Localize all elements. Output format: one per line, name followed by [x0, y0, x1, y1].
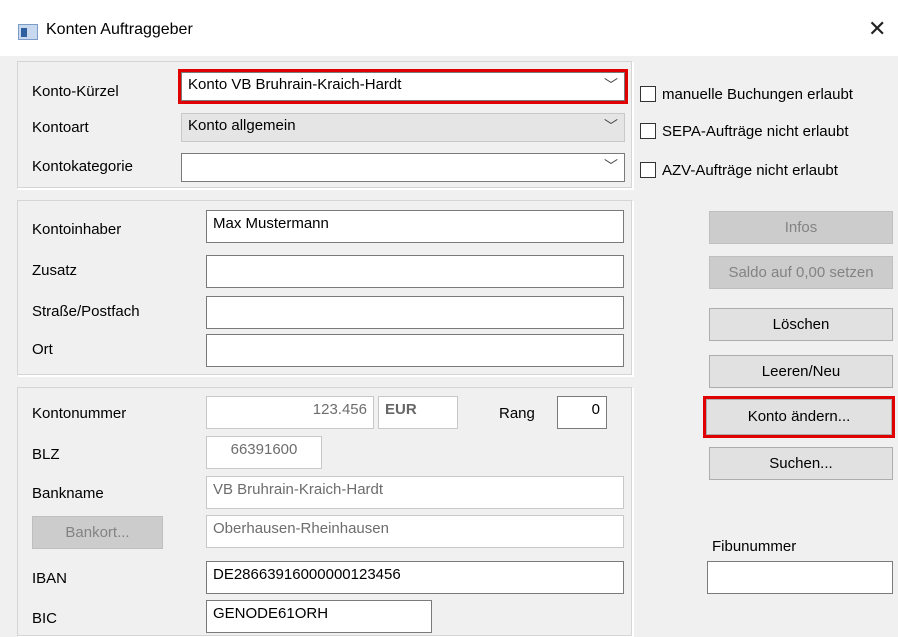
search-button[interactable]: Suchen... [709, 447, 893, 480]
ort-label: Ort [32, 341, 53, 358]
kontoinhaber-label: Kontoinhaber [32, 221, 122, 238]
zusatz-field[interactable] [206, 255, 624, 288]
kontonummer-label: Kontonummer [32, 405, 127, 422]
clear-new-button[interactable]: Leeren/Neu [709, 355, 893, 388]
fibunummer-label: Fibunummer [712, 538, 797, 555]
sepa-label: SEPA-Aufträge nicht erlaubt [662, 123, 849, 140]
rang-label: Rang [499, 405, 535, 422]
kontoart-combo[interactable]: Konto allgemein ﹀ [181, 113, 625, 142]
chevron-down-icon: ﹀ [604, 77, 618, 93]
change-account-button[interactable]: Konto ändern... [703, 396, 895, 438]
bic-field[interactable]: GENODE61ORH [206, 600, 432, 633]
konto-kuerzel-label: Konto-Kürzel [32, 83, 119, 100]
zusatz-label: Zusatz [32, 262, 78, 279]
window-title: Konten Auftraggeber [46, 21, 193, 38]
kontokategorie-label: Kontokategorie [32, 158, 133, 175]
rang-field[interactable]: 0 [557, 396, 607, 429]
manuelle-buchungen-checkbox[interactable] [640, 86, 656, 102]
saldo-reset-button[interactable]: Saldo auf 0,00 setzen [709, 256, 893, 289]
strasse-label: Straße/Postfach [32, 303, 140, 320]
sepa-checkbox[interactable] [640, 123, 656, 139]
bankname-field[interactable]: VB Bruhrain-Kraich-Hardt [206, 476, 624, 509]
azv-checkbox[interactable] [640, 162, 656, 178]
title-bar: Konten Auftraggeber ✕ [0, 0, 898, 56]
bankort-button[interactable]: Bankort... [32, 516, 163, 549]
blz-field[interactable]: 66391600 [206, 436, 322, 469]
kontoart-label: Kontoart [32, 119, 89, 136]
strasse-field[interactable] [206, 296, 624, 329]
close-icon[interactable]: ✕ [868, 16, 886, 42]
chevron-down-icon: ﹀ [604, 118, 618, 134]
manuelle-buchungen-label: manuelle Buchungen erlaubt [662, 86, 853, 103]
bankort-field[interactable]: Oberhausen-Rheinhausen [206, 515, 624, 548]
fibunummer-field[interactable] [707, 561, 893, 594]
blz-label: BLZ [32, 446, 60, 463]
infos-button[interactable]: Infos [709, 211, 893, 244]
window-icon [18, 24, 38, 40]
kontoart-value: Konto allgemein [188, 117, 296, 134]
kontokategorie-combo[interactable]: ﹀ [181, 153, 625, 182]
kontoinhaber-field[interactable]: Max Mustermann [206, 210, 624, 243]
chevron-down-icon: ﹀ [604, 158, 618, 174]
delete-button[interactable]: Löschen [709, 308, 893, 341]
bic-label: BIC [32, 610, 58, 627]
kontonummer-field[interactable]: 123.456 [206, 396, 374, 429]
konto-kuerzel-combo[interactable]: Konto VB Bruhrain-Kraich-Hardt ﹀ [178, 69, 628, 104]
konto-kuerzel-value: Konto VB Bruhrain-Kraich-Hardt [188, 76, 402, 93]
bankname-label: Bankname [32, 485, 104, 502]
iban-field[interactable]: DE28663916000000123456 [206, 561, 624, 594]
currency-field: EUR [378, 396, 458, 429]
iban-label: IBAN [32, 570, 68, 587]
azv-label: AZV-Aufträge nicht erlaubt [662, 162, 838, 179]
ort-field[interactable] [206, 334, 624, 367]
